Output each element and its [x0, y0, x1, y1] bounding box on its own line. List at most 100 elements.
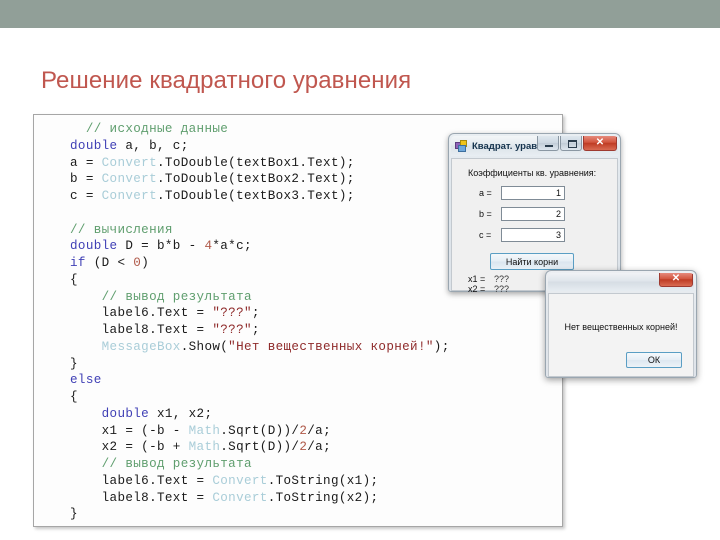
code-token: "???"	[212, 306, 252, 321]
message-box-titlebar[interactable]: ✕	[548, 273, 694, 291]
maximize-icon	[568, 140, 577, 148]
message-box-dialog[interactable]: ✕ Нет вещественных корней! ОК	[545, 270, 697, 378]
minimize-icon	[545, 145, 553, 147]
coefficient-row-a: a = 1	[479, 186, 565, 200]
close-icon: ✕	[671, 273, 681, 284]
code-line: {	[70, 272, 450, 289]
code-line: label8.Text = Convert.ToString(x2);	[70, 490, 450, 507]
code-token: /a;	[307, 440, 331, 455]
code-token: else	[70, 373, 102, 388]
maximize-button[interactable]	[560, 136, 582, 151]
code-token: label8.Text =	[70, 323, 213, 337]
root-value-x2: ???	[494, 284, 510, 294]
root-label-x2: x2 =	[468, 284, 486, 294]
code-token: Convert	[101, 172, 157, 187]
close-button[interactable]: ✕	[583, 136, 617, 151]
message-box-text: Нет вещественных корней!	[564, 322, 678, 332]
code-token: b =	[70, 172, 102, 187]
code-token: ;	[251, 306, 260, 321]
code-line: x1 = (-b - Math.Sqrt(D))/2/a;	[70, 423, 450, 440]
code-line: else	[70, 372, 450, 389]
code-token: .Sqrt(D))/	[220, 440, 300, 455]
code-line: // исходные данные	[70, 121, 450, 138]
code-line: if (D < 0)	[70, 255, 450, 272]
coefficient-label-b: b =	[479, 209, 492, 219]
code-line: b = Convert.ToDouble(textBox2.Text);	[70, 171, 450, 188]
coefficient-label-c: c =	[479, 230, 492, 240]
code-line: MessageBox.Show("Нет вещественных корней…	[70, 339, 450, 356]
code-token: // вывод результата	[101, 289, 252, 304]
code-token: /a;	[307, 423, 331, 438]
code-token: .ToDouble(textBox2.Text);	[157, 172, 355, 187]
code-line: double x1, x2;	[70, 406, 450, 423]
code-token: D = b*b -	[117, 239, 205, 254]
root-row-x2: x2 = ???	[468, 284, 509, 294]
code-token: 0	[133, 256, 142, 270]
code-line: a = Convert.ToDouble(textBox1.Text);	[70, 155, 450, 172]
code-token: .Sqrt(D))/	[220, 423, 300, 438]
code-line: // вывод результата	[70, 289, 450, 306]
code-token: label6.Text =	[70, 473, 213, 488]
code-line: double D = b*b - 4*a*c;	[70, 238, 450, 255]
root-value-x1: ???	[494, 274, 510, 284]
coefficient-input-c[interactable]: 3	[501, 228, 565, 242]
code-token: .ToDouble(textBox3.Text);	[157, 189, 355, 203]
message-box-close-button[interactable]: ✕	[659, 273, 693, 287]
code-token: Convert	[212, 490, 268, 505]
code-token: }	[70, 507, 78, 522]
code-line: // вычисления	[70, 222, 450, 239]
code-token: x1, x2;	[149, 406, 213, 421]
code-token: Math	[188, 423, 221, 438]
code-token: label8.Text =	[70, 490, 213, 505]
coefficient-input-a[interactable]: 1	[501, 186, 565, 200]
code-token: .ToDouble(textBox1.Text);	[157, 155, 355, 170]
code-token: // исходные данные	[85, 122, 229, 136]
code-token: label6.Text =	[70, 306, 213, 321]
visual-studio-form-icon	[455, 139, 468, 153]
code-line: x2 = (-b + Math.Sqrt(D))/2/a;	[70, 439, 450, 456]
code-token: a =	[70, 155, 102, 170]
coefficient-row-b: b = 2	[479, 207, 565, 221]
code-token: c =	[70, 189, 102, 203]
top-decorative-band	[0, 0, 720, 28]
code-token: );	[433, 339, 450, 354]
code-line: label6.Text = "???";	[70, 305, 450, 322]
quadratic-equation-window[interactable]: Квадрат. уравн... ✕ Коэффициенты кв. ура…	[448, 133, 621, 294]
code-line: // вывод результата	[70, 456, 450, 473]
find-roots-button[interactable]: Найти корни	[490, 253, 574, 270]
code-line: label8.Text = "???";	[70, 322, 450, 339]
code-token: ;	[251, 323, 260, 337]
code-token: .ToString(x1);	[267, 473, 379, 488]
code-token: "Нет вещественных корней!"	[228, 339, 434, 354]
code-token: .ToString(x2);	[267, 490, 379, 505]
code-token: // вывод результата	[101, 457, 252, 471]
slide-canvas: Решение квадратного уравнения // исходны…	[0, 0, 720, 540]
code-token: {	[70, 390, 78, 404]
code-token: "???"	[212, 323, 252, 337]
coefficient-input-b[interactable]: 2	[501, 207, 565, 221]
code-token: MessageBox	[101, 339, 181, 354]
code-listing: // исходные данные double a, b, c; a = Con…	[70, 121, 450, 523]
coefficient-row-c: c = 3	[479, 228, 565, 242]
message-box-ok-button[interactable]: ОК	[626, 352, 682, 368]
code-token: if	[70, 256, 86, 270]
code-token: x1 = (-b -	[70, 423, 189, 438]
code-line: }	[70, 506, 450, 523]
message-box-client-area: Нет вещественных корней! ОК	[548, 293, 694, 377]
code-token: // вычисления	[70, 222, 173, 237]
window-titlebar[interactable]: Квадрат. уравн... ✕	[451, 136, 618, 156]
close-icon: ✕	[595, 137, 605, 148]
code-token: )	[141, 256, 150, 270]
window-controls: ✕	[536, 136, 617, 151]
code-line: {	[70, 389, 450, 406]
code-token: *a*c;	[212, 239, 252, 254]
code-token: x2 = (-b +	[70, 440, 189, 455]
code-token: double	[70, 138, 118, 153]
code-token: Convert	[212, 473, 268, 488]
minimize-button[interactable]	[537, 136, 559, 151]
